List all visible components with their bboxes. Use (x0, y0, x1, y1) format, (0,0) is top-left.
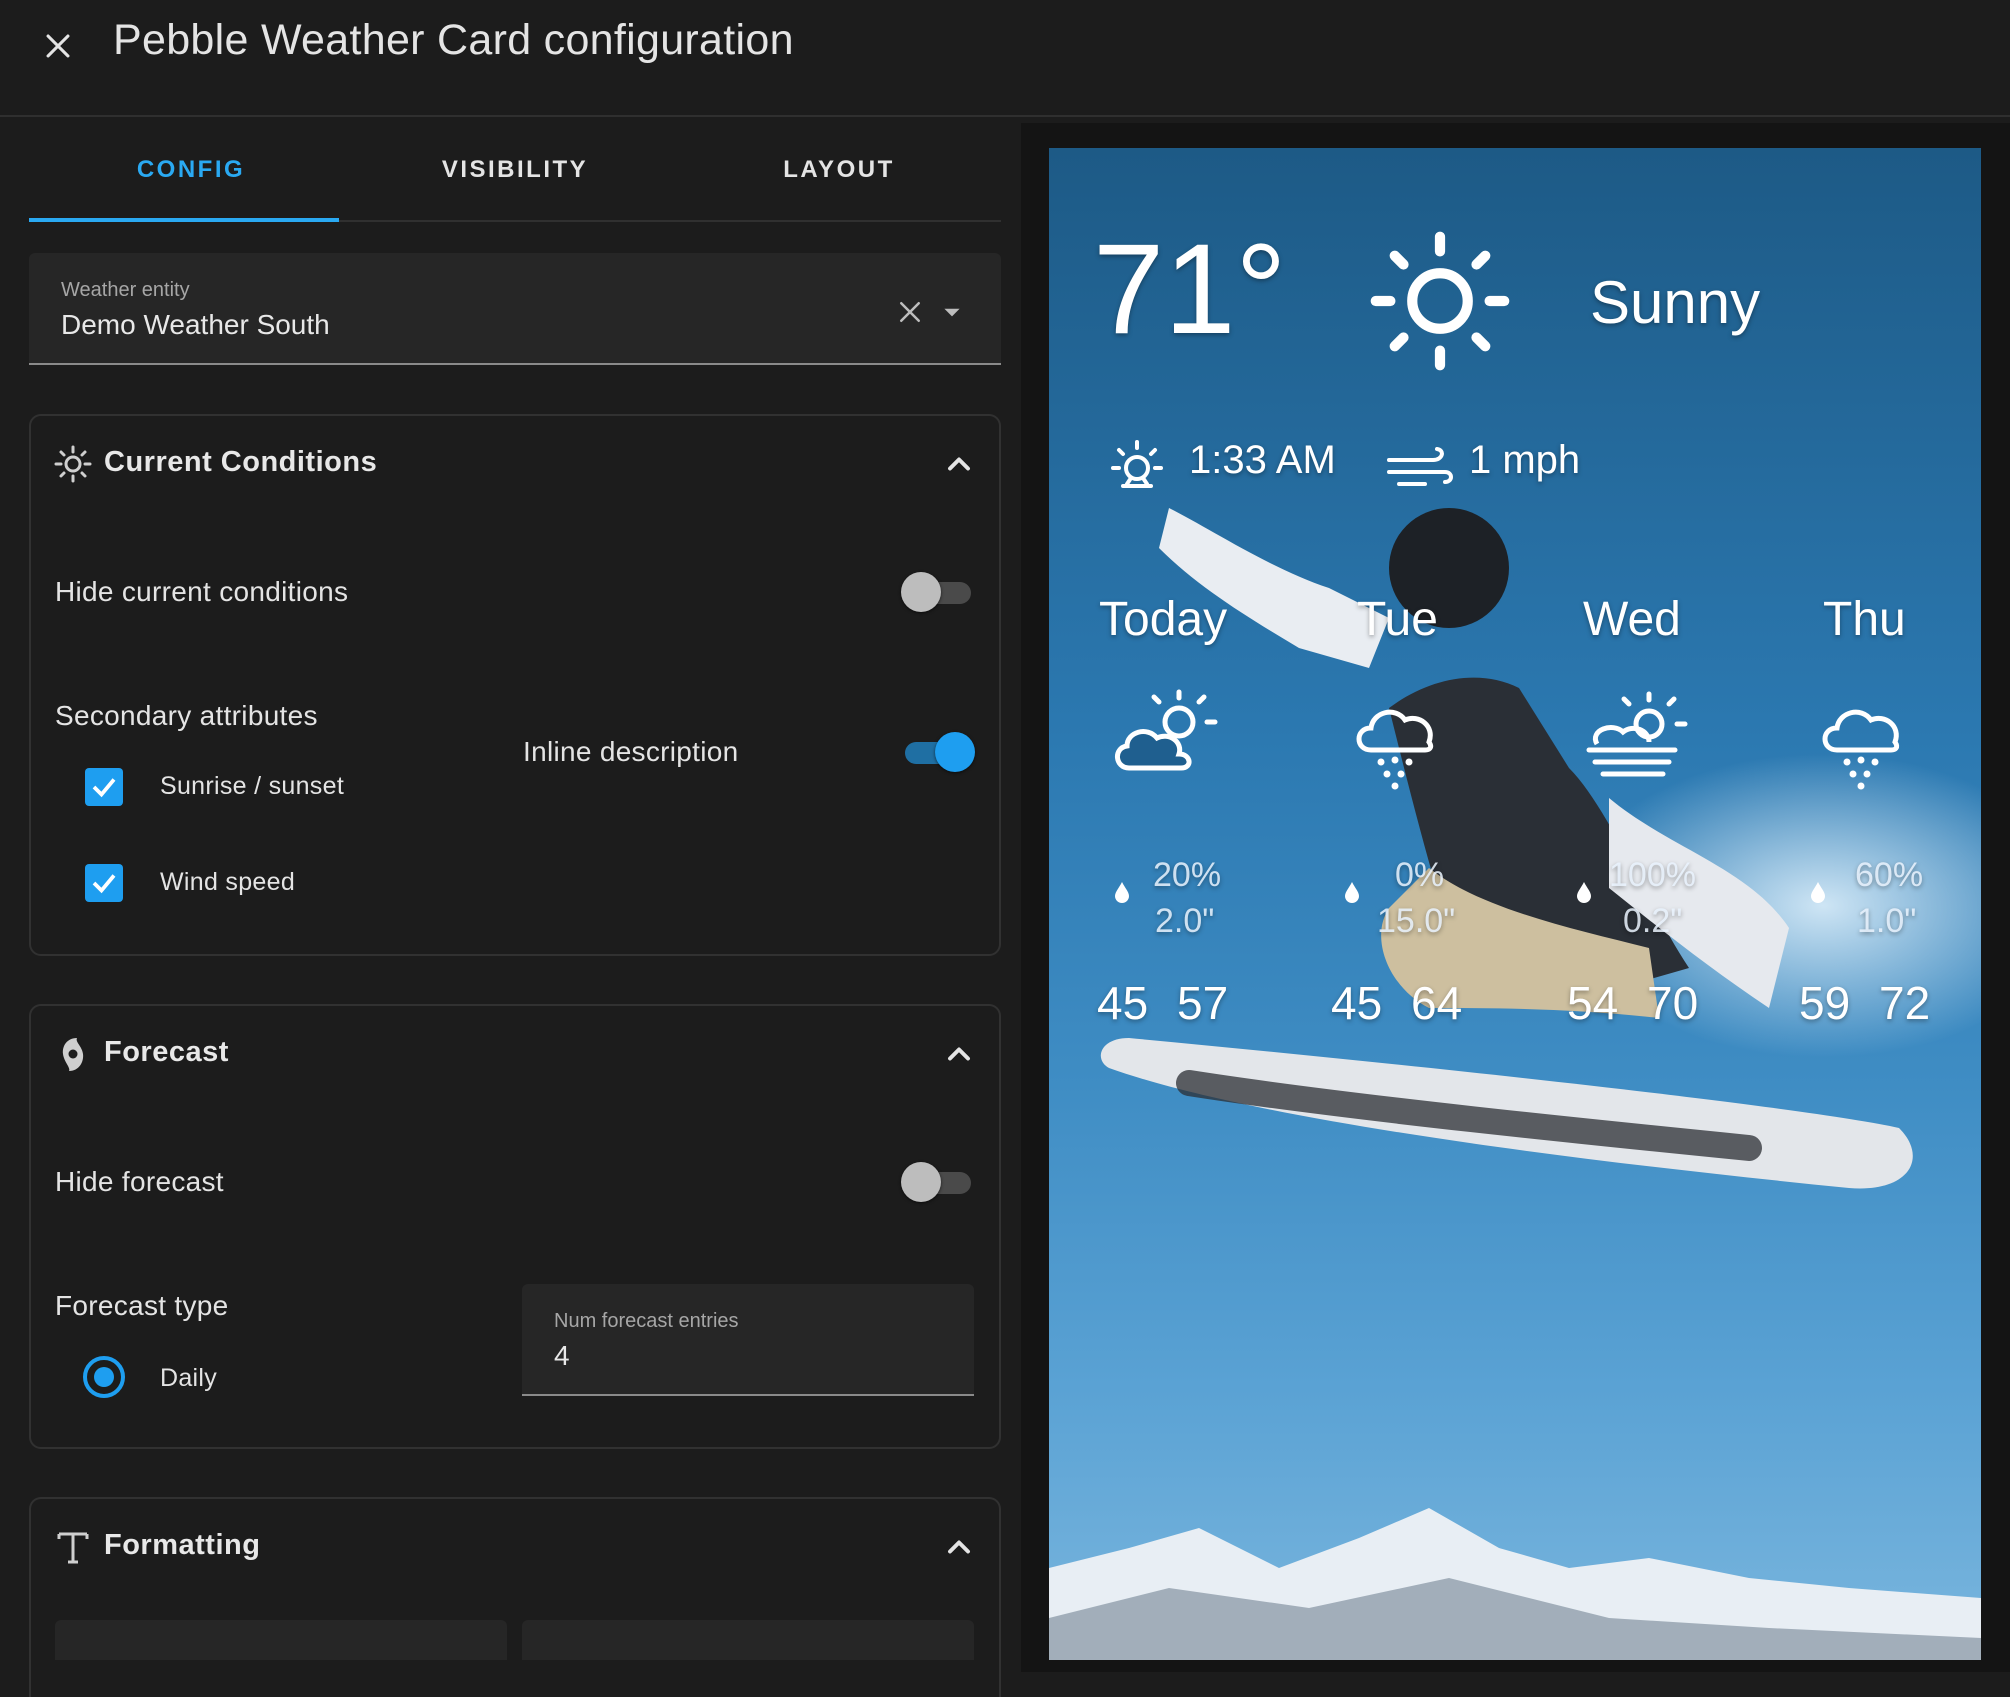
forecast-header[interactable]: Forecast (31, 1006, 999, 1102)
daily-label: Daily (160, 1364, 218, 1392)
hide-forecast-switch[interactable] (901, 1162, 975, 1202)
sun-icon (1370, 231, 1510, 371)
precip-chance: 20% (1153, 856, 1222, 894)
check-icon (92, 778, 116, 798)
forecast-type-label: Forecast type (55, 1290, 229, 1321)
raindrop-icon (1345, 882, 1359, 903)
temp-low: 54 (1567, 977, 1619, 1029)
forecast-day-name: Today (1099, 593, 1228, 646)
sunrise-sunset-label: Sunrise / sunset (160, 772, 345, 800)
wind-speed-checkbox[interactable] (85, 864, 123, 902)
temp-low: 59 (1799, 977, 1851, 1029)
precip-amount: 2.0" (1155, 902, 1215, 940)
current-conditions-title: Current Conditions (104, 446, 378, 478)
rain-icon (1356, 709, 1434, 790)
tab-config[interactable]: CONFIG (29, 120, 353, 222)
temp-low: 45 (1331, 977, 1383, 1029)
forecast-day-name: Tue (1357, 593, 1438, 646)
weather-card-preview: 71° Sunny 1:33 AM 1 mph Today 20% 2.0" 4… (1049, 148, 1981, 1660)
raindrop-icon (1577, 882, 1591, 903)
num-forecast-entries-field[interactable]: Num forecast entries 4 (522, 1284, 974, 1396)
hurricane-icon (62, 1038, 84, 1071)
temp-high: 64 (1411, 977, 1463, 1029)
chevron-up-icon[interactable] (941, 1529, 977, 1565)
tab-bar: CONFIG VISIBILITY LAYOUT (29, 120, 1001, 222)
precip-chance: 0% (1395, 856, 1445, 894)
formatting-panel: Formatting (29, 1497, 1001, 1697)
dropdown-arrow-icon[interactable] (939, 299, 965, 325)
precip-amount: 0.2" (1623, 902, 1683, 940)
wind-speed-label: Wind speed (160, 868, 296, 896)
hide-current-conditions-switch[interactable] (901, 572, 975, 612)
num-forecast-entries-value: 4 (554, 1340, 570, 1371)
inline-description-switch[interactable] (901, 732, 975, 772)
current-conditions-header[interactable]: Current Conditions (31, 416, 999, 512)
weather-entity-label: Weather entity (61, 279, 190, 301)
forecast-title: Forecast (104, 1036, 229, 1068)
close-icon (46, 34, 70, 58)
temp-low: 45 (1097, 977, 1149, 1029)
text-format-icon (57, 1532, 89, 1564)
sun-outline-icon (54, 445, 92, 483)
partly-cloudy-icon (1115, 689, 1218, 771)
formatting-header[interactable]: Formatting (31, 1499, 999, 1595)
temp-high: 70 (1647, 977, 1699, 1029)
hide-forecast-label: Hide forecast (55, 1166, 224, 1197)
secondary-attributes-label: Secondary attributes (55, 700, 318, 731)
sunrise-sunset-checkbox[interactable] (85, 768, 123, 806)
check-icon (92, 874, 116, 894)
precip-chance: 60% (1855, 856, 1924, 894)
chevron-up-icon[interactable] (941, 446, 977, 482)
temp-high: 72 (1879, 977, 1931, 1029)
formatting-title: Formatting (104, 1529, 261, 1561)
tab-visibility[interactable]: VISIBILITY (353, 120, 677, 220)
sunrise-time: 1:33 AM (1189, 438, 1336, 482)
temp-high: 57 (1177, 977, 1229, 1029)
chevron-up-icon[interactable] (941, 1036, 977, 1072)
rain-icon (1822, 709, 1900, 790)
num-forecast-entries-label: Num forecast entries (554, 1310, 739, 1332)
wind-speed-value: 1 mph (1469, 438, 1581, 482)
formatting-field-2[interactable] (522, 1620, 974, 1660)
daily-radio[interactable] (83, 1356, 125, 1398)
wind-icon (1387, 447, 1453, 486)
tab-layout[interactable]: LAYOUT (677, 120, 1001, 220)
forecast-day-name: Wed (1583, 593, 1681, 646)
sunrise-icon (1111, 440, 1163, 488)
precip-amount: 1.0" (1857, 902, 1917, 940)
dialog-header: Pebble Weather Card configuration (0, 0, 2010, 117)
formatting-field-1[interactable] (55, 1620, 507, 1660)
close-button[interactable] (30, 18, 86, 74)
inline-description-label: Inline description (523, 736, 739, 767)
dialog-title: Pebble Weather Card configuration (113, 16, 794, 64)
current-temperature: 71° (1093, 218, 1287, 361)
hide-current-conditions-label: Hide current conditions (55, 576, 349, 607)
fog-icon (1586, 691, 1688, 777)
current-conditions-panel: Current Conditions Hide current conditio… (29, 414, 1001, 956)
raindrop-icon (1811, 882, 1825, 903)
forecast-day-name: Thu (1823, 593, 1906, 646)
clear-icon[interactable] (895, 297, 925, 327)
precip-amount: 15.0" (1377, 902, 1456, 940)
condition-text: Sunny (1590, 269, 1761, 336)
weather-entity-value: Demo Weather South (61, 309, 330, 340)
raindrop-icon (1115, 882, 1129, 903)
weather-entity-select[interactable]: Weather entity Demo Weather South (29, 253, 1001, 365)
precip-chance: 100% (1609, 856, 1696, 894)
